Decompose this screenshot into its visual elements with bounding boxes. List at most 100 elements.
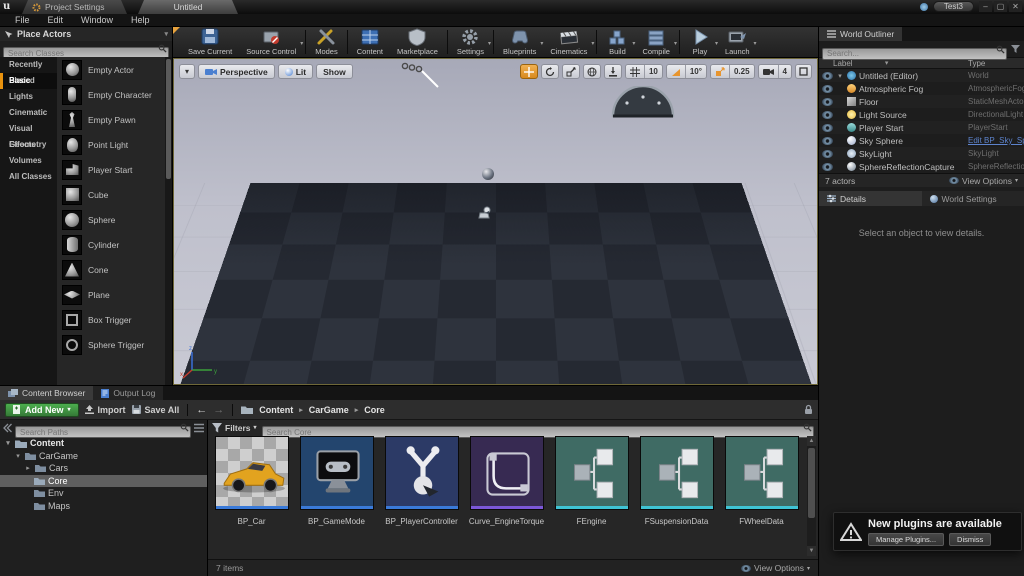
cb-view-options-button[interactable]: View Options ▾ [741,563,810,573]
category-all-classes[interactable]: All Classes [0,169,57,185]
menu-help[interactable]: Help [122,15,159,25]
category-basic[interactable]: Basic [0,73,57,89]
outliner-row-atmospheric-fog[interactable]: Atmospheric Fog AtmosphericFog [819,82,1024,95]
marketplace-button[interactable]: Marketplace [390,28,445,56]
scrollbar-track[interactable] [165,57,172,385]
outliner-view-options-button[interactable]: View Options ▾ [949,176,1018,186]
asset-tile-bp-gamemode[interactable]: BP_GameMode [297,436,376,526]
tab-details[interactable]: Details [819,191,922,206]
maximize-button[interactable]: ▢ [994,1,1007,12]
collapse-sources-icon[interactable] [3,423,12,433]
search-paths[interactable] [15,422,191,438]
tab-project-settings[interactable]: Project Settings [22,0,127,14]
list-item-empty-actor[interactable]: Empty Actor [57,57,172,82]
chevron-down-icon[interactable]: ▾ [164,30,168,38]
translate-tool-button[interactable] [519,64,538,79]
asset-tile-bp-car[interactable]: BP_Car [212,436,291,526]
dismiss-button[interactable]: Dismiss [949,532,992,546]
scale-snap-value[interactable]: 0.25 [728,65,754,78]
tree-row-content[interactable]: ▾ Content [0,437,207,450]
tab-world-outliner[interactable]: World Outliner [819,27,903,41]
tree-row-cars[interactable]: ▸ Cars [0,462,207,475]
tab-content-browser[interactable]: Content Browser [0,386,94,400]
category-geometry[interactable]: Geometry [0,137,57,153]
player-start-gizmo[interactable] [477,205,493,221]
visibility-eye-icon[interactable] [822,71,833,80]
source-control-button[interactable]: Source Control ▾ [239,28,303,56]
back-button[interactable]: ← [196,404,207,416]
column-type[interactable]: Type [968,59,1024,68]
surface-snapping-button[interactable] [603,64,622,79]
place-actors-search[interactable] [3,43,169,59]
breadcrumb-content[interactable]: Content [259,405,293,415]
scale-snap-toggle[interactable] [710,65,729,78]
list-item-plane[interactable]: Plane [57,282,172,307]
compile-button[interactable]: Compile ▾ [635,28,677,56]
grid-snap-value[interactable]: 10 [643,65,662,78]
category-cinematic[interactable]: Cinematic [0,105,57,121]
visibility-eye-icon[interactable] [822,84,833,93]
list-item-empty-pawn[interactable]: Empty Pawn [57,107,172,132]
outliner-search-input[interactable] [822,47,1007,60]
list-item-empty-character[interactable]: Empty Character [57,82,172,107]
level-viewport[interactable]: ▾ Perspective Lit Show 10 10° 0.25 4 z y… [173,58,818,385]
outliner-row-floor[interactable]: Floor StaticMeshActor [819,95,1024,108]
tree-row-core[interactable]: Core [0,474,207,487]
outliner-filter-icon[interactable] [1010,44,1021,54]
asset-tile-fsuspensiondata[interactable]: FSuspensionData [637,436,716,526]
lock-icon[interactable] [804,404,813,415]
visibility-eye-icon[interactable] [822,136,833,145]
close-button[interactable]: ✕ [1009,1,1022,12]
forward-button[interactable]: → [213,404,224,416]
lit-mode-button[interactable]: Lit [277,64,314,79]
list-item-sphere[interactable]: Sphere [57,207,172,232]
settings-button[interactable]: Settings ▾ [450,28,491,56]
scrollbar-thumb[interactable] [808,448,815,518]
column-label[interactable]: Label [819,59,853,68]
edit-blueprint-link[interactable]: Edit BP_Sky_Sph [968,136,1024,145]
coordinate-system-button[interactable] [582,64,601,79]
list-item-cone[interactable]: Cone [57,257,172,282]
tree-row-maps[interactable]: Maps [0,500,207,513]
maximize-viewport-button[interactable] [795,64,812,79]
list-item-player-start[interactable]: Player Start [57,157,172,182]
grid-snap-toggle[interactable] [625,65,644,78]
list-item-point-light[interactable]: Point Light [57,132,172,157]
launch-button[interactable]: Launch ▾ [718,28,757,56]
user-account-button[interactable]: Test3 [932,1,974,12]
category-recently-placed[interactable]: Recently Placed [0,57,57,85]
tree-row-cargame[interactable]: ▾ CarGame [0,450,207,463]
breadcrumb-cargame[interactable]: CarGame [309,405,349,415]
search-assets[interactable] [261,422,814,438]
rotation-snap-toggle[interactable] [666,65,685,78]
asset-tile-curve-enginetorque[interactable]: Curve_EngineTorque [467,436,546,526]
visibility-eye-icon[interactable] [822,149,833,158]
outliner-row-untitled[interactable]: ▾ Untitled (Editor) World [819,69,1024,82]
breadcrumb-core[interactable]: Core [364,405,385,415]
outliner-row-light-source[interactable]: Light Source DirectionalLight [819,108,1024,121]
list-item-cylinder[interactable]: Cylinder [57,232,172,257]
sphere-mesh[interactable] [482,168,494,180]
outliner-row-sphere-reflection[interactable]: SphereReflectionCaptureSphereReflectionC [819,160,1024,173]
add-new-button[interactable]: Add New ▾ [5,402,79,417]
scroll-up-arrow[interactable]: ▲ [807,436,816,446]
cinematics-button[interactable]: Cinematics ▾ [543,28,594,56]
filters-button[interactable]: Filters ▾ [212,422,257,433]
search-paths-input[interactable] [15,426,191,438]
viewport-options-button[interactable]: ▾ [179,64,195,79]
rotate-tool-button[interactable] [540,64,559,79]
asset-tile-fengine[interactable]: FEngine [552,436,631,526]
category-volumes[interactable]: Volumes [0,153,57,169]
camera-speed-button[interactable] [758,65,778,78]
asset-tile-bp-playercontroller[interactable]: BP_PlayerController [382,436,461,526]
visibility-eye-icon[interactable] [822,97,833,106]
blueprints-button[interactable]: Blueprints ▾ [496,28,543,56]
list-item-cube[interactable]: Cube [57,182,172,207]
tab-output-log[interactable]: Output Log [93,386,164,400]
asset-tile-fwheeldata[interactable]: FWheelData [722,436,801,526]
menu-edit[interactable]: Edit [39,15,73,25]
outliner-row-skylight[interactable]: SkyLight SkyLight [819,147,1024,160]
rotation-snap-value[interactable]: 10° [684,65,706,78]
list-item-box-trigger[interactable]: Box Trigger [57,307,172,332]
tab-untitled[interactable]: Untitled [138,0,238,14]
